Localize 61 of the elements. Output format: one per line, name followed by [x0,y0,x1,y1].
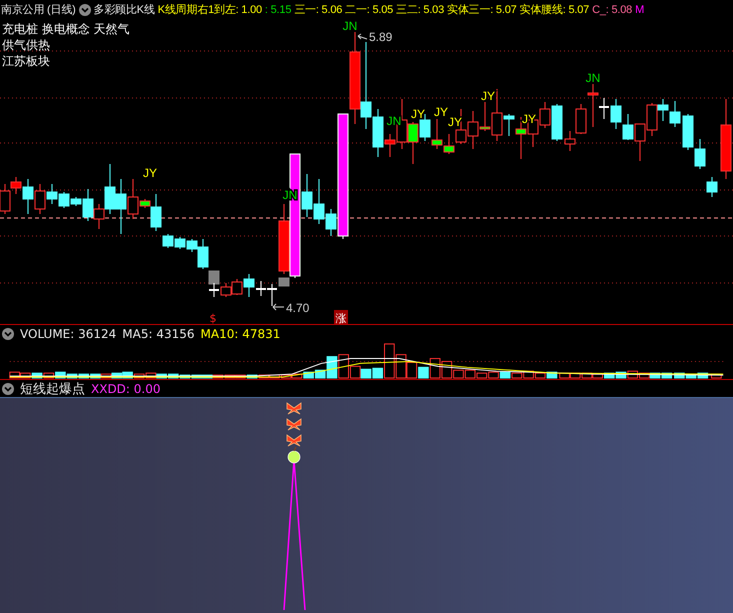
butterfly-icon [286,402,302,414]
volume-bar [711,374,722,379]
candlestick [267,284,277,307]
candlestick [244,274,254,298]
indicator-value: 实体腰线: 5.07 [520,2,590,18]
candlestick [468,110,478,150]
candlestick [682,114,694,151]
concept-tag: 充电桩 换电概念 天然气 [2,21,130,38]
stock-title: 南京公用 (日线) [1,2,76,18]
candlestick [232,278,242,296]
high-price-label: 5.89 [369,30,392,44]
signal-marker: JY [143,166,157,180]
dropdown-icon[interactable] [78,4,91,16]
candlestick [610,98,622,130]
candlestick [116,178,126,235]
rise-signal-label: 涨 [336,312,346,324]
indicator-value: K线周期右1到左: 1.00 [158,3,262,18]
low-pointer-icon [272,304,284,311]
apple-icon [288,446,300,464]
candlestick [209,282,219,298]
signal-panel-title: 短线起爆点 [20,380,85,398]
candlestick [256,280,266,297]
butterfly-icon [286,418,302,430]
volume-bar [360,368,372,379]
signal-marker: JN [342,19,358,34]
dropdown-icon[interactable] [2,328,14,340]
ma10-value: MA10: 47831 [200,326,280,341]
indicator-value: C_: 5.08 [592,4,632,16]
concept-tag: 江苏板块 [2,53,130,70]
signal-marker: JY [481,89,495,104]
high-pointer-icon [358,34,368,40]
signal-marker: JN [282,188,298,202]
indicator-value: 三一: 5.06 [294,3,342,18]
xxdd-value: XXDD: 0.00 [91,382,160,396]
candlestick [694,138,706,170]
indicator-value: 二一: 5.05 [345,3,394,18]
signal-marker: JY [411,107,425,122]
dollar-signal: $ [210,312,216,324]
low-price-label: 4.70 [286,301,310,316]
candlestick [540,102,550,129]
concept-tag: 供气供热 [2,37,130,54]
candlestick [622,114,634,141]
indicator-value: 实体三一: 5.07 [447,2,517,18]
candlestick [162,234,174,249]
butterfly-icon [286,434,302,446]
volume-value: VOLUME: 36124 [20,326,116,341]
candlestick [552,104,562,142]
signal-marker: JY [434,105,448,120]
volume-bar [406,362,418,379]
candlestick [174,236,186,250]
indicator-value: : 5.15 [264,4,292,16]
dropdown-icon[interactable] [2,382,14,394]
indicator-value: M [635,4,644,16]
signal-marker: JN [586,71,600,86]
ma5-value: MA5: 43156 [122,326,195,341]
candlestick [634,124,646,162]
indicator-title: 多彩顾比K线 [94,3,155,18]
indicator-value: 三二: 5.03 [396,3,444,18]
candlestick [220,282,232,298]
candlestick [706,176,718,198]
candlestick [670,100,680,128]
